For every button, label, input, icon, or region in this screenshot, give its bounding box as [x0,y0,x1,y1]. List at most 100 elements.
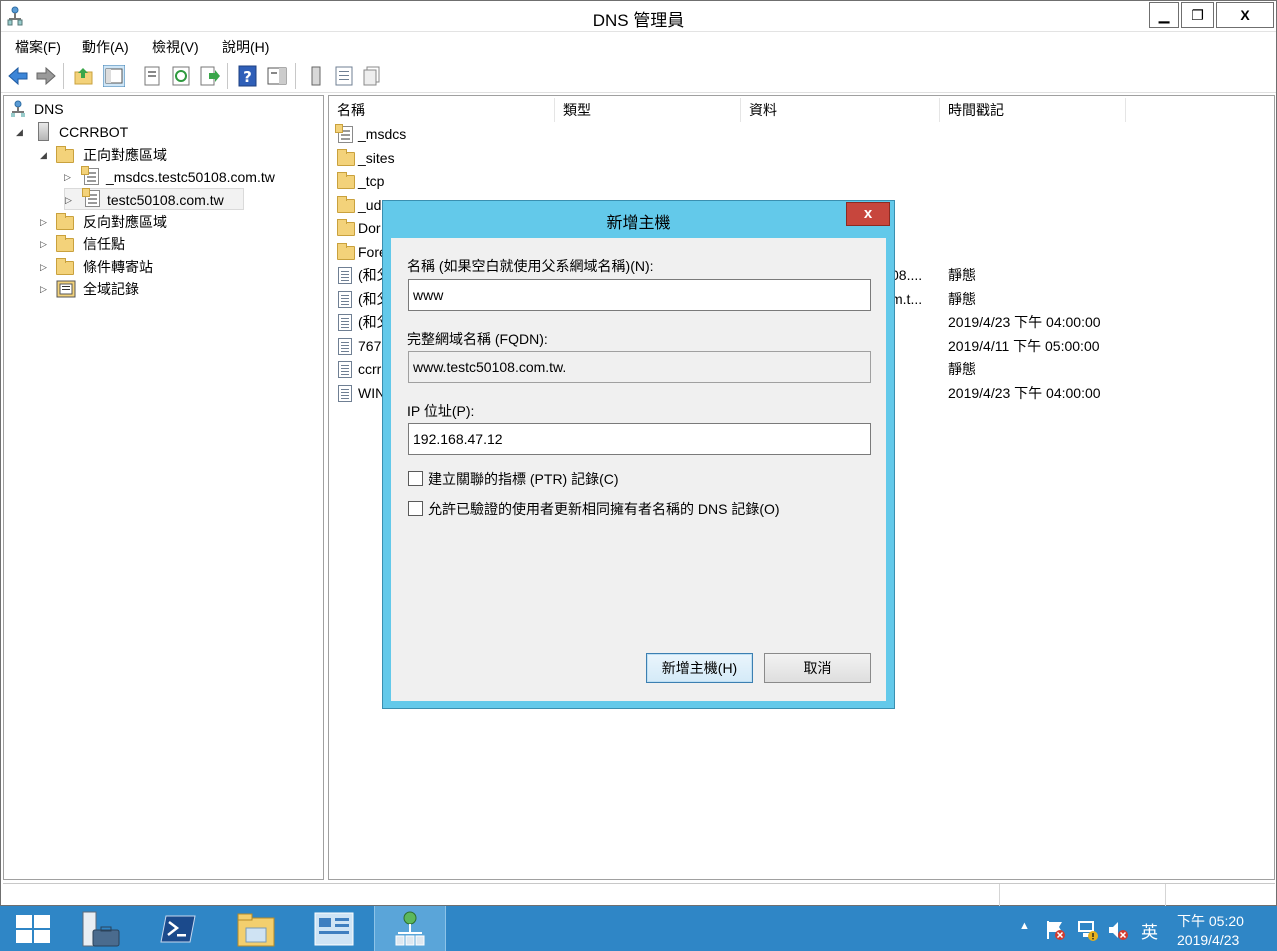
column-header-timestamp[interactable]: 時間戳記 [940,98,1126,122]
svg-text:?: ? [243,68,252,86]
column-header-data[interactable]: 資料 [741,98,940,122]
ptr-checkbox-label[interactable]: 建立關聯的指標 (PTR) 記錄(C) [428,469,619,489]
start-button[interactable] [0,906,66,951]
powershell-icon [160,915,196,943]
restore-button[interactable]: ❐ [1181,2,1214,28]
expand-icon[interactable]: ▷ [65,189,72,211]
name-input[interactable] [408,279,871,311]
cancel-button[interactable]: 取消 [764,653,871,683]
show-hide-tree-icon[interactable] [103,65,125,87]
minimize-button[interactable]: ▁ [1149,2,1179,28]
list-item[interactable]: _tcp [335,170,1265,193]
list-item[interactable]: _msdcs [335,123,1265,146]
record-name: ccrr [358,361,382,377]
taskbar-control-panel[interactable] [297,906,369,951]
ip-label: IP 位址(P): [407,403,475,419]
volume-muted-icon[interactable] [1106,918,1130,942]
taskbar-dns-manager[interactable] [374,906,446,951]
expand-icon[interactable]: ▷ [40,256,47,278]
add-host-button[interactable]: 新增主機(H) [646,653,753,683]
list-item[interactable]: _sites [335,147,1265,170]
dialog-title: 新增主機 [606,215,671,232]
menu-action[interactable]: 動作(A) [82,37,129,57]
ip-address-input[interactable] [408,423,871,455]
menu-file[interactable]: 檔案(F) [15,37,61,57]
taskbar: ▲ 英 下午 05:20 2019/4/23 [0,906,1277,951]
tree-label: CCRRBOT [59,124,129,140]
record-timestamp: 靜態 [948,361,976,377]
auth-update-checkbox[interactable] [408,501,423,516]
name-label: 名稱 (如果空白就使用父系網域名稱)(N): [407,258,654,274]
forward-icon[interactable] [35,65,57,87]
ime-indicator[interactable]: 英 [1141,918,1158,943]
file-explorer-icon [237,913,275,947]
network-icon[interactable] [1075,918,1099,942]
expand-icon[interactable]: ▷ [40,233,47,255]
export-list-icon[interactable] [199,65,221,87]
toolbar-separator [227,63,228,89]
fqdn-label: 完整網域名稱 (FQDN): [407,331,548,347]
toolbar: ? [1,59,1276,93]
record-timestamp: 2019/4/23 下午 04:00:00 [948,314,1101,330]
new-host-dialog: 新增主機 x 名稱 (如果空白就使用父系網域名稱)(N): 完整網域名稱 (FQ… [382,200,895,709]
server-manager-icon [82,911,120,947]
folder-icon [337,196,355,213]
server-icon [38,122,49,141]
help-icon[interactable]: ? [237,65,259,87]
column-header-type[interactable]: 類型 [555,98,741,122]
control-panel-icon [314,912,354,946]
folder-icon [337,219,355,236]
folder-icon [56,213,74,230]
column-header-name[interactable]: 名稱 [329,98,555,122]
tree-label: 全域記錄 [83,281,139,297]
expand-icon[interactable]: ▷ [40,278,47,300]
tree-label: testc50108.com.tw [107,192,224,208]
taskbar-file-explorer[interactable] [220,906,292,951]
tree-label: DNS [34,101,64,117]
event-log-icon [56,280,76,298]
record-icon [338,314,352,331]
expand-icon[interactable]: ▷ [64,166,71,188]
folder-icon [56,258,74,275]
clock-time[interactable]: 下午 05:20 [1177,911,1244,931]
folder-icon [56,235,74,252]
properties-icon[interactable] [141,65,163,87]
zone-icon [82,188,100,207]
collapse-icon[interactable]: ◢ [16,121,23,143]
console-tree: DNS ◢ CCRRBOT ◢ 正向對應區域 ▷ _msdcs.testc501… [3,95,324,880]
record-name: _msdcs [358,126,407,142]
auth-update-checkbox-label[interactable]: 允許已驗證的使用者更新相同擁有者名稱的 DNS 記錄(O) [428,499,780,519]
clock-date[interactable]: 2019/4/23 [1177,932,1239,948]
record-timestamp: 靜態 [948,267,976,283]
list-icon[interactable] [333,65,355,87]
back-icon[interactable] [7,65,29,87]
toolbar-separator [63,63,64,89]
action-pane-icon[interactable] [266,65,288,87]
menu-view[interactable]: 檢視(V) [152,37,199,57]
expand-icon[interactable]: ▷ [40,211,47,233]
toolbar-separator [295,63,296,89]
menu-help[interactable]: 說明(H) [222,37,269,57]
tree-node-zone-selected[interactable]: ▷ testc50108.com.tw [64,188,244,210]
record-timestamp: 2019/4/23 下午 04:00:00 [948,385,1101,401]
record-icon [338,385,352,402]
record-icon [338,267,352,284]
zone-icon [81,166,99,185]
server-record-icon[interactable] [305,65,327,87]
copy-icon[interactable] [361,65,383,87]
record-timestamp: 靜態 [948,291,976,307]
record-name: 767 [358,338,382,354]
tree-label: 信任點 [83,236,125,252]
up-folder-icon[interactable] [73,65,95,87]
show-hidden-icons-button[interactable]: ▲ [1019,920,1030,932]
action-center-icon[interactable] [1045,919,1067,941]
dialog-close-button[interactable]: x [846,202,890,226]
ptr-checkbox[interactable] [408,471,423,486]
collapse-icon[interactable]: ◢ [40,144,47,166]
tree-label: 正向對應區域 [83,147,167,163]
refresh-icon[interactable] [170,65,192,87]
taskbar-powershell[interactable] [140,906,212,951]
close-button[interactable]: X [1216,2,1274,28]
zone-icon [335,124,353,143]
taskbar-server-manager[interactable] [66,906,138,951]
